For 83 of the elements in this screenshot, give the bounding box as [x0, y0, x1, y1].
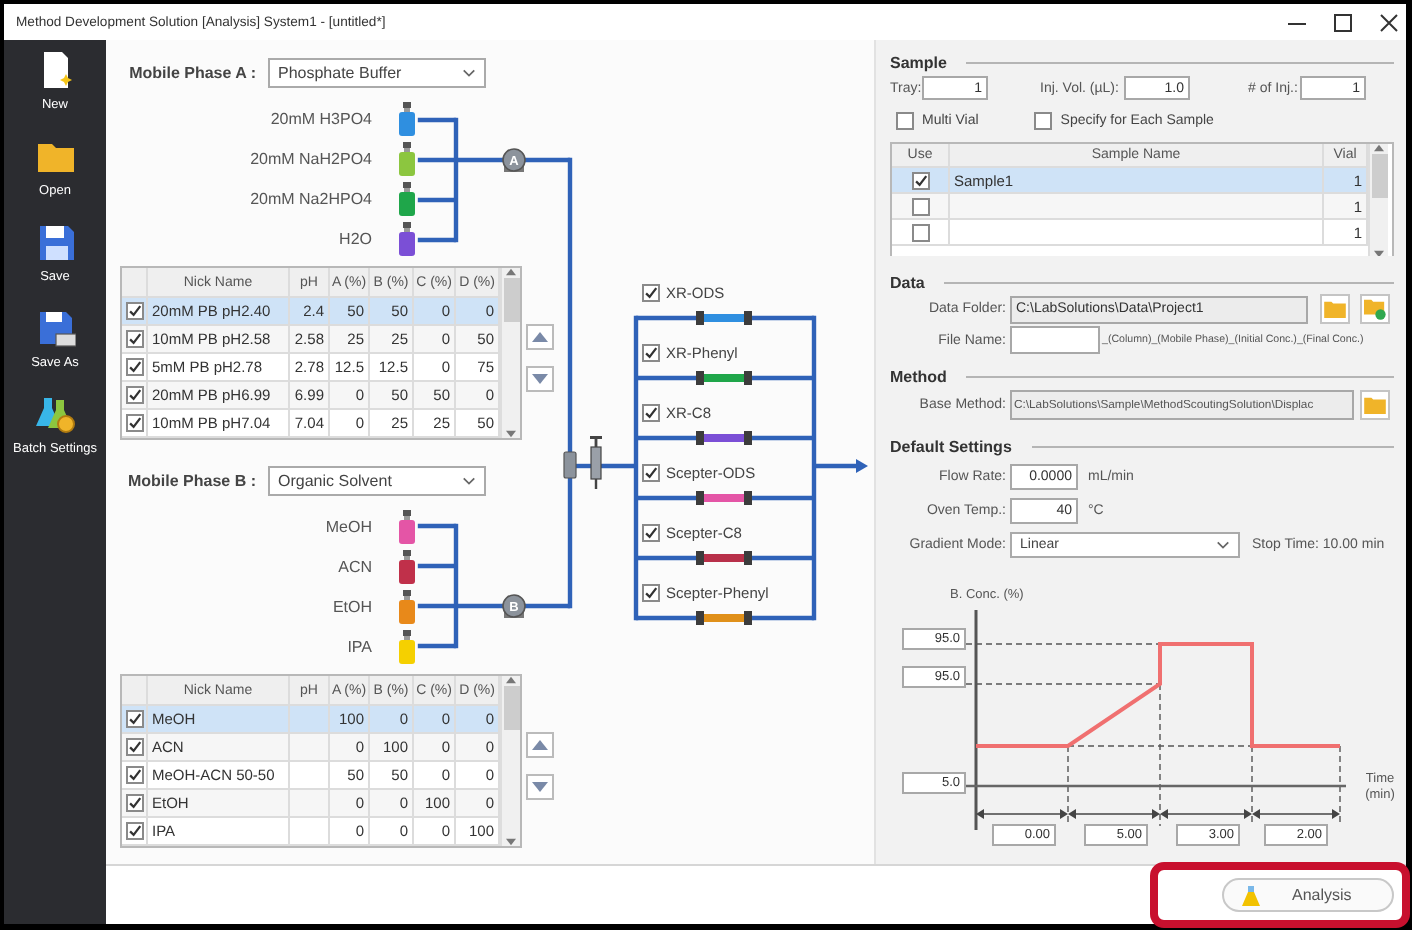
flask-gear-icon [35, 394, 75, 434]
column-icon [696, 491, 752, 505]
checkbox[interactable] [642, 583, 660, 601]
checkbox[interactable] [642, 343, 660, 361]
section-title: Data [890, 273, 925, 291]
scrollbar[interactable] [500, 268, 520, 438]
mobile-phase-label: Mobile Phase B : [125, 472, 256, 490]
column-icon [696, 371, 752, 385]
triangle-up-icon [532, 332, 548, 342]
mobile-phase-label: Mobile Phase A : [127, 64, 256, 82]
bottle-icon [398, 141, 416, 175]
scrollbar-thumb[interactable] [503, 686, 519, 730]
column-icon [696, 431, 752, 445]
bottle-label: 20mM H3PO4 [268, 109, 372, 127]
section-title: Method [890, 367, 947, 385]
bottle-label: ACN [336, 557, 372, 575]
checkbox[interactable] [911, 223, 929, 241]
bottle-label: IPA [345, 637, 372, 655]
input-field[interactable] [1010, 326, 1100, 354]
checkbox[interactable] [125, 358, 143, 376]
bottle-icon [398, 101, 416, 135]
scroll-down-icon[interactable] [1374, 250, 1384, 256]
triangle-down-icon [532, 782, 548, 792]
floppy-icon [35, 222, 75, 262]
scroll-down-icon[interactable] [506, 838, 516, 846]
analysis-button[interactable]: Analysis [1222, 878, 1394, 912]
bottle-label: MeOH [323, 517, 372, 535]
checkbox[interactable] [1034, 112, 1053, 130]
bottle-label: 20mM NaH2PO4 [248, 149, 372, 167]
checkbox[interactable] [125, 766, 143, 784]
bottle-icon [398, 181, 416, 215]
checkbox[interactable] [642, 523, 660, 541]
checkbox[interactable] [125, 302, 143, 320]
checkbox[interactable] [642, 283, 660, 301]
move-up-button[interactable] [526, 732, 554, 758]
triangle-down-icon [532, 374, 548, 384]
maximize-icon[interactable] [1334, 13, 1352, 31]
checkbox[interactable] [125, 414, 143, 432]
triangle-up-icon [532, 740, 548, 750]
column-icon [696, 311, 752, 325]
bottle-label: EtOH [330, 597, 372, 615]
bottle-label: H2O [337, 229, 372, 247]
flow-arrow [816, 459, 868, 473]
section-title: Default Settings [890, 437, 1012, 455]
mixer-icon [563, 451, 577, 479]
checkbox[interactable] [911, 171, 929, 189]
checkbox[interactable] [125, 330, 143, 348]
floppy-icon [35, 308, 75, 348]
checkbox[interactable] [125, 794, 143, 812]
move-down-button[interactable] [526, 774, 554, 800]
chevron-icon [462, 68, 476, 78]
dropdown[interactable]: Phosphate Buffer [268, 58, 486, 88]
bottle-icon [398, 509, 416, 543]
chevron-icon [1216, 540, 1230, 550]
checkbox[interactable] [642, 403, 660, 421]
move-down-button[interactable] [526, 366, 554, 392]
checkbox[interactable] [125, 710, 143, 728]
checkbox[interactable] [125, 822, 143, 840]
section-title: Sample [890, 53, 947, 71]
flask-icon [1242, 885, 1260, 905]
scroll-down-icon[interactable] [506, 430, 516, 438]
scrollbar-thumb[interactable] [1371, 154, 1387, 198]
bottle-icon [398, 589, 416, 623]
move-up-button[interactable] [526, 324, 554, 350]
bottle-icon [398, 549, 416, 583]
new-folder-button[interactable] [1360, 294, 1390, 324]
scrollbar-thumb[interactable] [503, 278, 519, 322]
syringe-icon [590, 436, 602, 489]
scrollbar[interactable] [500, 676, 520, 846]
checkbox[interactable] [125, 738, 143, 756]
dropdown[interactable]: Organic Solvent [268, 466, 486, 496]
scrollbar[interactable] [1368, 144, 1388, 256]
checkbox[interactable] [125, 386, 143, 404]
bottle-icon [398, 629, 416, 663]
column-icon [696, 551, 752, 565]
checkbox[interactable] [911, 197, 929, 215]
chevron-icon [462, 476, 476, 486]
bottle-icon [398, 221, 416, 255]
bottle-label: 20mM Na2HPO4 [248, 189, 372, 207]
checkbox[interactable] [642, 463, 660, 481]
checkbox[interactable] [896, 112, 914, 130]
close-icon[interactable] [1380, 13, 1398, 31]
column-icon [696, 611, 752, 625]
